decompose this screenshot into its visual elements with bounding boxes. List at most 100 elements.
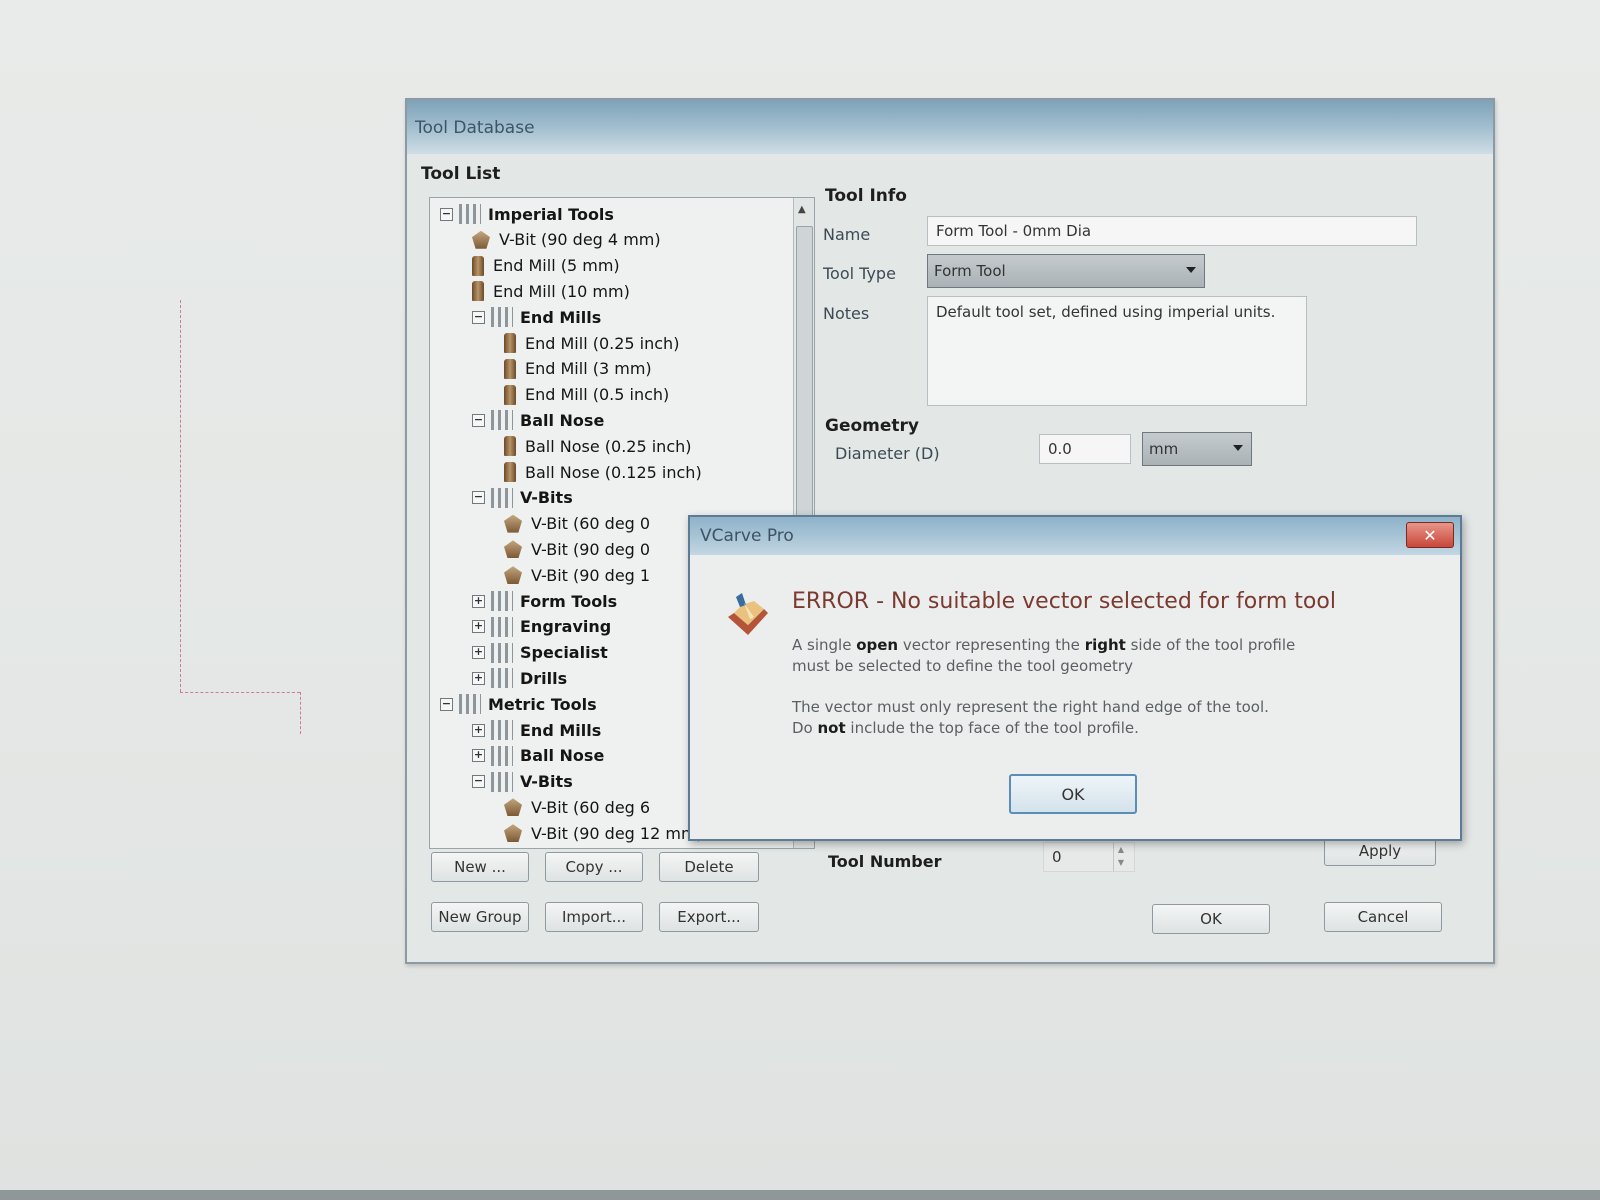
expand-icon[interactable]: +	[472, 620, 485, 634]
notes-textarea[interactable]: Default tool set, defined using imperial…	[927, 296, 1307, 406]
cancel-button[interactable]: Cancel	[1324, 902, 1442, 932]
collapse-icon[interactable]: −	[472, 413, 485, 427]
chevron-down-icon	[1186, 267, 1196, 273]
tree-tool-item[interactable]: End Mill (10 mm)	[472, 279, 630, 303]
vbit-icon	[472, 230, 490, 249]
tree-group[interactable]: + Drills	[472, 666, 567, 690]
copy-button[interactable]: Copy ...	[545, 852, 643, 882]
tree-item-label: V-Bit (60 deg 6	[531, 797, 651, 817]
collapse-icon[interactable]: −	[472, 310, 485, 324]
tool-number-stepper[interactable]: ▲ ▼	[1113, 843, 1128, 871]
scrollbar-thumb[interactable]	[796, 226, 813, 518]
vbit-icon	[504, 514, 522, 533]
delete-button[interactable]: Delete	[659, 852, 759, 882]
tree-group[interactable]: + Specialist	[472, 641, 608, 665]
units-value: mm	[1149, 440, 1179, 458]
collapse-icon[interactable]: −	[472, 491, 485, 505]
tool-info-label: Tool Info	[825, 186, 907, 206]
tree-tool-item[interactable]: V-Bit (90 deg 4 mm)	[472, 228, 661, 252]
error-dialog-titlebar[interactable]: VCarve Pro ✕	[690, 517, 1460, 555]
tree-tool-item[interactable]: End Mill (0.25 inch)	[504, 331, 679, 355]
tree-item-label: End Mill (10 mm)	[493, 281, 630, 301]
expand-icon[interactable]: +	[472, 749, 485, 763]
vbit-icon	[504, 824, 522, 843]
tool-type-select[interactable]: Form Tool	[927, 254, 1205, 288]
tree-item-label: Ball Nose	[520, 410, 605, 430]
expand-icon[interactable]: +	[472, 723, 485, 737]
tool-group-icon	[491, 487, 513, 508]
tool-group-icon	[491, 642, 513, 663]
end-mill-icon	[504, 358, 516, 379]
expand-icon[interactable]: +	[472, 646, 485, 660]
tree-tool-item[interactable]: V-Bit (90 deg 0	[504, 537, 650, 561]
chevron-down-icon	[1233, 445, 1243, 451]
tool-group-icon	[491, 668, 513, 689]
tree-group[interactable]: − Ball Nose	[472, 408, 604, 432]
tree-item-label: V-Bits	[520, 488, 573, 508]
tree-tool-item[interactable]: V-Bit (90 deg 1	[504, 563, 650, 587]
tree-group[interactable]: − V-Bits	[472, 486, 573, 510]
tool-type-value: Form Tool	[934, 262, 1006, 280]
collapse-icon[interactable]: −	[472, 775, 485, 789]
tool-group-icon	[491, 616, 513, 637]
notes-label: Notes	[823, 304, 870, 323]
tree-tool-item[interactable]: V-Bit (90 deg 12 mm)	[504, 821, 703, 845]
collapse-icon[interactable]: −	[440, 697, 453, 711]
tree-group[interactable]: − V-Bits	[472, 770, 573, 794]
tree-item-label: Ball Nose (0.125 inch)	[525, 462, 702, 482]
tree-item-label: Imperial Tools	[488, 204, 614, 224]
tree-tool-item[interactable]: End Mill (5 mm)	[472, 254, 620, 278]
background-dashed-line	[180, 300, 181, 692]
tree-group[interactable]: + Engraving	[472, 615, 611, 639]
close-button[interactable]: ✕	[1406, 522, 1454, 548]
tree-group[interactable]: − Imperial Tools	[440, 202, 614, 226]
tree-group[interactable]: + End Mills	[472, 718, 601, 742]
tool-group-icon	[491, 771, 513, 792]
tool-name-input[interactable]: Form Tool - 0mm Dia	[927, 216, 1417, 246]
units-select[interactable]: mm	[1142, 432, 1252, 466]
dialog-title: Tool Database	[415, 118, 535, 138]
tree-tool-item[interactable]: End Mill (0.5 inch)	[504, 383, 669, 407]
tool-group-icon	[459, 204, 481, 224]
collapse-icon[interactable]: −	[440, 207, 453, 221]
expand-icon[interactable]: +	[472, 594, 485, 608]
new-button[interactable]: New ...	[431, 852, 529, 882]
scroll-up-icon[interactable]: ▲	[798, 204, 806, 215]
export-button[interactable]: Export...	[659, 902, 759, 932]
tree-item-label: Form Tools	[520, 591, 618, 611]
monitor-bezel	[0, 1190, 1600, 1200]
import-button[interactable]: Import...	[545, 902, 643, 932]
tool-group-icon	[459, 694, 481, 715]
end-mill-icon	[472, 255, 484, 276]
tree-tool-item[interactable]: End Mill (3 mm)	[504, 357, 652, 381]
end-mill-icon	[504, 436, 516, 457]
diameter-label: Diameter (D)	[835, 444, 940, 463]
tree-tool-item[interactable]: Ball Nose (0.125 inch)	[504, 460, 702, 484]
tree-group[interactable]: − End Mills	[472, 305, 601, 329]
tree-group[interactable]: + Form Tools	[472, 589, 617, 613]
tool-database-titlebar[interactable]: Tool Database	[407, 100, 1493, 154]
tree-item-label: End Mills	[520, 307, 602, 327]
tree-tool-item[interactable]: Ball Nose (0.25 inch)	[504, 434, 692, 458]
tool-group-icon	[491, 410, 513, 431]
tool-list-label: Tool List	[421, 164, 501, 184]
tree-tool-item[interactable]: V-Bit (60 deg 0	[504, 512, 650, 536]
tree-item-label: Ball Nose (0.25 inch)	[525, 436, 692, 456]
error-ok-button[interactable]: OK	[1009, 774, 1137, 814]
warning-tool-icon	[728, 593, 768, 635]
tree-group[interactable]: + Ball Nose	[472, 744, 604, 768]
tree-item-label: End Mill (0.5 inch)	[525, 385, 670, 405]
error-dialog-title: VCarve Pro	[700, 526, 794, 546]
expand-icon[interactable]: +	[472, 671, 485, 685]
ok-button[interactable]: OK	[1152, 904, 1270, 934]
error-message-line: A single open vector representing the ri…	[792, 636, 1296, 654]
tree-tool-item[interactable]: V-Bit (60 deg 6	[504, 795, 650, 819]
tool-group-icon	[491, 591, 513, 611]
error-dialog: VCarve Pro ✕ ERROR - No suitable vector …	[688, 515, 1462, 841]
tree-item-label: Specialist	[520, 643, 608, 663]
error-message-line: Do not include the top face of the tool …	[792, 719, 1139, 737]
diameter-input[interactable]: 0.0	[1039, 434, 1131, 464]
new-group-button[interactable]: New Group	[431, 902, 529, 932]
vbit-icon	[504, 798, 522, 817]
tree-group[interactable]: − Metric Tools	[440, 692, 597, 716]
